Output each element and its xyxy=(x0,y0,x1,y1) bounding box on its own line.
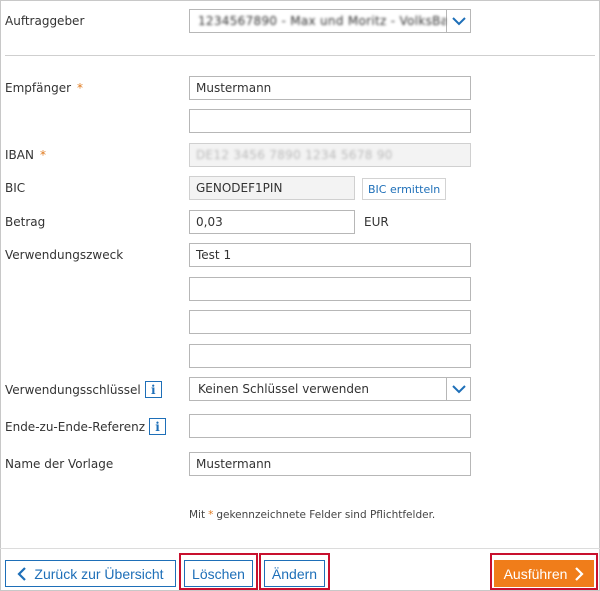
e2e-referenz-input[interactable] xyxy=(189,414,471,438)
bic-label: BIC xyxy=(5,181,26,195)
chevron-right-icon xyxy=(575,566,584,581)
bic-lookup-button[interactable]: BIC ermitteln xyxy=(362,178,447,200)
required-fields-note: Mit * gekennzeichnete Felder sind Pflichtf… xyxy=(189,509,436,521)
iban-input[interactable]: DE12 3456 7890 1234 5678 90 xyxy=(189,143,471,167)
back-button[interactable]: Zurück zur Übersicht xyxy=(5,560,176,587)
required-mark: * xyxy=(39,148,46,162)
info-icon[interactable]: i xyxy=(144,381,162,398)
required-mark: * xyxy=(208,509,214,521)
bic-input[interactable]: GENODEF1PIN xyxy=(189,176,355,200)
footer-divider xyxy=(0,548,600,549)
change-button[interactable]: Ändern xyxy=(264,560,325,587)
currency-label: EUR xyxy=(364,215,389,229)
empfaenger-label: Empfänger * xyxy=(5,81,84,95)
chevron-down-icon[interactable] xyxy=(446,10,470,32)
auftraggeber-value: 1234567890 - Max und Moritz - VolksBank xyxy=(198,14,446,28)
vorlage-name-label: Name der Vorlage xyxy=(5,457,114,471)
section-divider xyxy=(5,55,595,56)
betrag-input[interactable]: 0,03 xyxy=(189,210,355,234)
chevron-down-icon[interactable] xyxy=(446,378,470,400)
e2e-referenz-label: Ende-zu-Ende-Referenz i xyxy=(5,418,167,435)
verwendungsschluessel-label: Verwendungsschlüssel i xyxy=(5,381,162,398)
execute-button[interactable]: Ausführen xyxy=(494,560,594,587)
verwendungszweck-label: Verwendungszweck xyxy=(5,248,124,262)
verwendungszweck-line-1[interactable]: Test 1 xyxy=(189,243,471,267)
verwendungsschluessel-value: Keinen Schlüssel verwenden xyxy=(198,382,370,396)
betrag-label: Betrag xyxy=(5,215,46,229)
empfaenger-input[interactable]: Mustermann xyxy=(189,76,471,100)
verwendungszweck-line-2[interactable] xyxy=(189,277,471,301)
empfaenger-input-2[interactable] xyxy=(189,109,471,133)
chevron-left-icon xyxy=(17,566,27,581)
required-mark: * xyxy=(77,81,84,95)
delete-button[interactable]: Löschen xyxy=(184,560,253,587)
verwendungszweck-line-3[interactable] xyxy=(189,310,471,334)
iban-value: DE12 3456 7890 1234 5678 90 xyxy=(196,148,393,162)
auftraggeber-select[interactable]: 1234567890 - Max und Moritz - VolksBank xyxy=(189,9,471,33)
info-icon[interactable]: i xyxy=(149,418,167,435)
auftraggeber-label: Auftraggeber xyxy=(5,14,85,28)
vorlage-name-input[interactable]: Mustermann xyxy=(189,452,471,476)
verwendungszweck-line-4[interactable] xyxy=(189,344,471,368)
verwendungsschluessel-select[interactable]: Keinen Schlüssel verwenden xyxy=(189,377,471,401)
iban-label: IBAN * xyxy=(5,148,46,162)
